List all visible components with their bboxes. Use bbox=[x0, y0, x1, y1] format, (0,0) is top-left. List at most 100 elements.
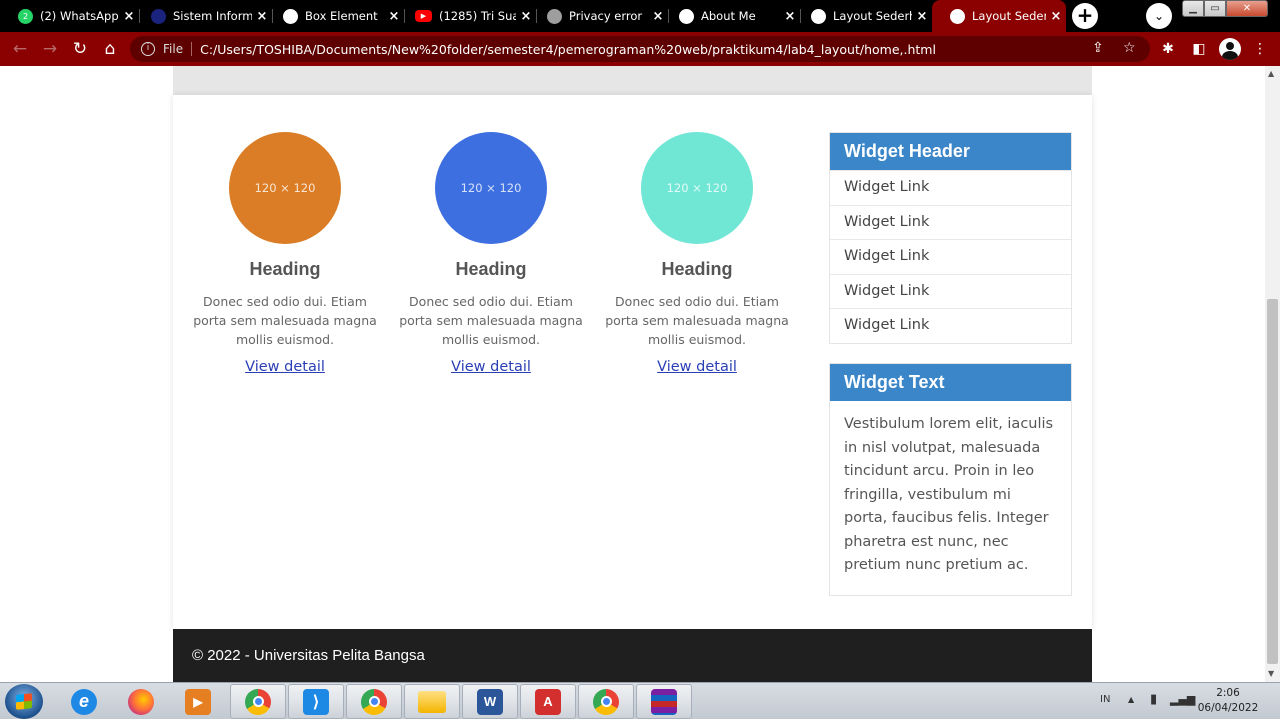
widget-links: Widget Header Widget Link Widget Link Wi… bbox=[829, 132, 1072, 344]
show-hidden-icons-icon[interactable]: ▲ bbox=[1128, 695, 1134, 704]
tab-layout-sederhana[interactable]: Layout Sederh × bbox=[793, 0, 932, 32]
tab-strip: 2 (2) WhatsApp × Sistem Informa × Box El… bbox=[0, 0, 1280, 32]
tab-privacy-error[interactable]: Privacy error × bbox=[529, 0, 668, 32]
scroll-up-arrow-icon[interactable]: ▲ bbox=[1268, 69, 1274, 78]
tab-title: Box Element bbox=[305, 9, 378, 23]
info-icon[interactable]: i bbox=[141, 42, 155, 56]
card-heading: Heading bbox=[455, 259, 527, 279]
tab-title: (2) WhatsApp bbox=[40, 9, 119, 23]
widget-link[interactable]: Widget Link bbox=[830, 308, 1071, 343]
clock-date: 06/04/2022 bbox=[1197, 702, 1259, 714]
page-footer: © 2022 - Universitas Pelita Bangsa bbox=[173, 629, 1092, 682]
tab-title: Layout Sederh bbox=[833, 9, 912, 23]
view-detail-link[interactable]: View detail bbox=[451, 359, 531, 375]
start-button[interactable] bbox=[5, 684, 43, 719]
profile-avatar[interactable] bbox=[1219, 38, 1241, 60]
feature-card: 120 × 120 Heading Donec sed odio dui. Et… bbox=[185, 132, 385, 375]
firefox-icon[interactable] bbox=[113, 684, 169, 719]
tab-sistem-informasi[interactable]: Sistem Informa × bbox=[133, 0, 272, 32]
url-text: C:/Users/TOSHIBA/Documents/New%20folder/… bbox=[200, 41, 936, 57]
file-explorer-icon[interactable] bbox=[404, 684, 460, 719]
battery-icon[interactable]: ▮ bbox=[1150, 692, 1157, 707]
page-viewport: 120 × 120 Heading Donec sed odio dui. Et… bbox=[0, 66, 1265, 682]
globe-icon bbox=[950, 8, 965, 24]
main-container: 120 × 120 Heading Donec sed odio dui. Et… bbox=[173, 95, 1092, 629]
scroll-down-arrow-icon[interactable]: ▼ bbox=[1268, 669, 1274, 678]
tab-whatsapp[interactable]: 2 (2) WhatsApp × bbox=[0, 0, 139, 32]
globe-icon bbox=[547, 8, 562, 24]
tab-box-element[interactable]: Box Element × bbox=[265, 0, 404, 32]
acrobat-icon[interactable]: A bbox=[520, 684, 576, 719]
placeholder-image: 120 × 120 bbox=[641, 132, 753, 244]
home-button[interactable]: ⌂ bbox=[98, 37, 122, 61]
chrome-profile2-icon[interactable] bbox=[578, 684, 634, 719]
extensions-icon[interactable]: ✱ bbox=[1158, 39, 1178, 59]
widget-link[interactable]: Widget Link bbox=[830, 273, 1071, 309]
close-tab-icon[interactable]: × bbox=[1046, 9, 1066, 24]
globe-icon bbox=[679, 8, 694, 24]
bookmark-star-icon[interactable]: ☆ bbox=[1123, 40, 1136, 56]
tab-about-me[interactable]: About Me × bbox=[661, 0, 800, 32]
portal-icon bbox=[151, 8, 166, 24]
widget-link[interactable]: Widget Link bbox=[830, 239, 1071, 274]
widget-link[interactable]: Widget Link bbox=[830, 170, 1071, 205]
widget-link[interactable]: Widget Link bbox=[830, 204, 1071, 240]
widget-header-title: Widget Header bbox=[830, 133, 1071, 170]
maximize-button[interactable]: ▭ bbox=[1204, 0, 1226, 17]
clock-time: 2:06 bbox=[1216, 687, 1240, 699]
tab-layout-sederhana-active[interactable]: Layout Sederh × bbox=[932, 0, 1066, 32]
tab-title: (1285) Tri Suak bbox=[439, 9, 516, 23]
minimize-button[interactable]: ▁ bbox=[1182, 0, 1204, 17]
winrar-icon[interactable] bbox=[636, 684, 692, 719]
card-heading: Heading bbox=[249, 259, 321, 279]
card-text: Donec sed odio dui. Etiam porta sem male… bbox=[399, 294, 583, 347]
scroll-thumb[interactable] bbox=[1267, 299, 1278, 664]
media-player-icon[interactable]: ▶ bbox=[170, 684, 226, 719]
placeholder-image: 120 × 120 bbox=[435, 132, 547, 244]
more-menu-icon[interactable]: ⋮ bbox=[1250, 39, 1270, 59]
card-text: Donec sed odio dui. Etiam porta sem male… bbox=[193, 294, 377, 347]
share-icon[interactable]: ⇪ bbox=[1092, 40, 1104, 56]
file-label: File bbox=[163, 42, 184, 56]
vscode-icon[interactable]: ⟩ bbox=[288, 684, 344, 719]
close-tab-icon[interactable]: × bbox=[912, 9, 932, 24]
tab-youtube[interactable]: ▶ (1285) Tri Suak × bbox=[397, 0, 536, 32]
tab-title: Layout Sederh bbox=[972, 9, 1046, 23]
browser-toolbar: ← → ↻ ⌂ i File C:/Users/TOSHIBA/Document… bbox=[0, 32, 1280, 66]
word-icon[interactable]: W bbox=[462, 684, 518, 719]
window-controls: ▁ ▭ ✕ bbox=[1182, 0, 1268, 17]
back-button[interactable]: ← bbox=[8, 37, 32, 61]
reload-button[interactable]: ↻ bbox=[68, 37, 92, 61]
globe-icon bbox=[283, 8, 298, 24]
new-tab-button[interactable]: + bbox=[1072, 3, 1098, 29]
forward-button[interactable]: → bbox=[38, 37, 62, 61]
signal-icon[interactable]: ▂▄▆ bbox=[1170, 693, 1195, 706]
view-detail-link[interactable]: View detail bbox=[245, 359, 325, 375]
tab-title: Sistem Informa bbox=[173, 9, 252, 23]
feature-card: 120 × 120 Heading Donec sed odio dui. Et… bbox=[597, 132, 797, 375]
tab-title: About Me bbox=[701, 9, 756, 23]
whatsapp-icon: 2 bbox=[18, 8, 33, 24]
tab-search-button[interactable]: ⌄ bbox=[1146, 3, 1172, 29]
globe-icon bbox=[811, 8, 826, 24]
placeholder-image: 120 × 120 bbox=[229, 132, 341, 244]
vertical-scrollbar[interactable]: ▲ ▼ bbox=[1265, 66, 1280, 682]
close-window-button[interactable]: ✕ bbox=[1226, 0, 1268, 17]
address-bar[interactable]: i File C:/Users/TOSHIBA/Documents/New%20… bbox=[130, 36, 1150, 62]
youtube-icon: ▶ bbox=[415, 10, 432, 22]
card-text: Donec sed odio dui. Etiam porta sem male… bbox=[605, 294, 789, 347]
widget-text-body: Vestibulum lorem elit, iaculis in nisl v… bbox=[844, 416, 1054, 573]
view-detail-link[interactable]: View detail bbox=[657, 359, 737, 375]
widget-text: Widget Text Vestibulum lorem elit, iacul… bbox=[829, 363, 1072, 596]
side-panel-icon[interactable]: ◧ bbox=[1189, 39, 1209, 59]
internet-explorer-icon[interactable]: e bbox=[56, 684, 112, 719]
tab-title: Privacy error bbox=[569, 9, 643, 23]
chrome-icon[interactable] bbox=[230, 684, 286, 719]
windows-taskbar: e ▶ ⟩ W A IN ▲ ▮ ▂▄▆ 2:06 06/04/2022 bbox=[0, 682, 1280, 719]
chrome-profile-icon[interactable] bbox=[346, 684, 402, 719]
widget-text-title: Widget Text bbox=[830, 364, 1071, 401]
language-indicator[interactable]: IN bbox=[1100, 694, 1110, 705]
feature-card: 120 × 120 Heading Donec sed odio dui. Et… bbox=[391, 132, 591, 375]
card-heading: Heading bbox=[661, 259, 733, 279]
system-clock[interactable]: 2:06 06/04/2022 bbox=[1196, 686, 1260, 716]
